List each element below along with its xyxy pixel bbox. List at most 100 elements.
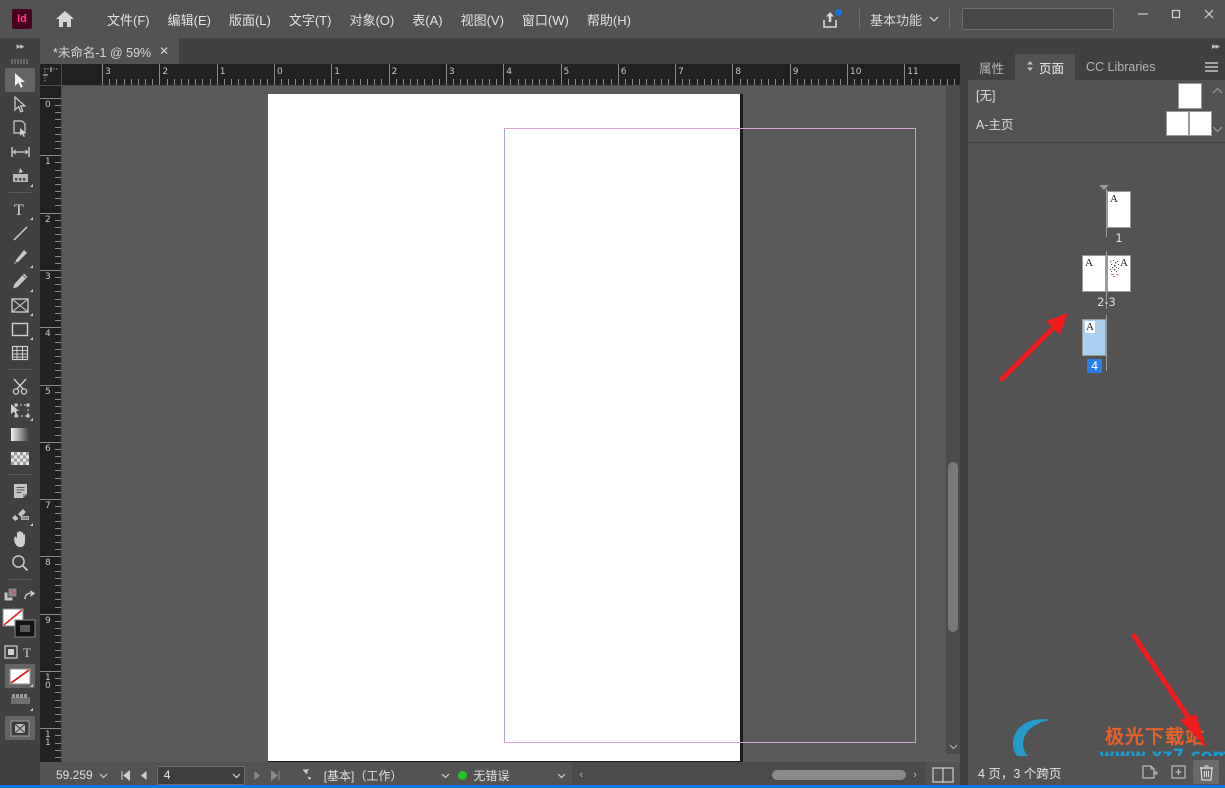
menu-table[interactable]: 表(A) bbox=[403, 5, 451, 34]
direct-selection-tool[interactable] bbox=[5, 92, 35, 116]
document-canvas[interactable] bbox=[62, 86, 960, 768]
page-thumbnail-4[interactable]: A bbox=[1082, 319, 1106, 356]
workspace-selector[interactable]: 基本功能 bbox=[870, 10, 922, 29]
scissors-tool[interactable] bbox=[5, 374, 35, 398]
spread-label-2-3[interactable]: 2-3 bbox=[1082, 295, 1131, 309]
pen-tool[interactable] bbox=[5, 245, 35, 269]
delete-page-icon[interactable] bbox=[1193, 760, 1219, 784]
page-thumbnail-1[interactable]: A bbox=[1107, 191, 1131, 228]
eyedropper-tool[interactable] bbox=[5, 503, 35, 527]
master-thumbnail-left[interactable] bbox=[1166, 111, 1189, 136]
menu-file[interactable]: 文件(F) bbox=[98, 5, 159, 34]
free-transform-tool[interactable] bbox=[5, 398, 35, 422]
menu-edit[interactable]: 编辑(E) bbox=[159, 5, 220, 34]
menu-window[interactable]: 窗口(W) bbox=[513, 5, 578, 34]
document-page[interactable] bbox=[268, 94, 916, 761]
table-tool[interactable] bbox=[5, 341, 35, 365]
next-page-button[interactable] bbox=[250, 766, 266, 784]
spread-label-4[interactable]: 4 bbox=[1087, 359, 1103, 373]
close-button[interactable] bbox=[1192, 0, 1225, 28]
scrollbar-thumb[interactable] bbox=[948, 462, 958, 632]
chevron-down-icon[interactable] bbox=[1212, 125, 1223, 135]
tab-pages-label: 页面 bbox=[1039, 61, 1065, 76]
panel-menu-icon[interactable] bbox=[1197, 54, 1225, 80]
formatting-target-icons[interactable]: T bbox=[3, 640, 37, 664]
preflight-profile-selector[interactable]: [基本]（工作） bbox=[324, 767, 451, 784]
master-thumbnail-right[interactable] bbox=[1189, 111, 1212, 136]
menu-layout[interactable]: 版面(L) bbox=[220, 5, 280, 34]
view-mode-icon[interactable] bbox=[5, 716, 35, 740]
minimize-button[interactable] bbox=[1126, 0, 1159, 28]
tab-cc-libraries[interactable]: CC Libraries bbox=[1075, 54, 1166, 80]
rectangle-tool[interactable] bbox=[5, 317, 35, 341]
line-tool[interactable] bbox=[5, 221, 35, 245]
frame-tool[interactable] bbox=[5, 293, 35, 317]
spread-label-1[interactable]: 1 bbox=[1095, 231, 1143, 245]
page-thumbnail-3[interactable]: A bbox=[1107, 255, 1131, 292]
first-page-button[interactable] bbox=[118, 766, 134, 784]
chevron-down-icon[interactable] bbox=[946, 740, 960, 754]
tab-properties[interactable]: 属性 bbox=[968, 54, 1015, 80]
master-thumbnail[interactable] bbox=[1178, 83, 1202, 109]
vertical-ruler[interactable]: 0 1 2 3 4 5 6 7 8 9 10 11 bbox=[40, 86, 62, 768]
pencil-tool[interactable] bbox=[5, 269, 35, 293]
chevron-down-icon[interactable] bbox=[441, 768, 450, 782]
master-item-none[interactable]: [无] bbox=[968, 80, 1225, 109]
master-item-a[interactable]: A-主页 bbox=[968, 109, 1225, 138]
new-page-icon[interactable] bbox=[1165, 760, 1191, 784]
screen-mode-icon[interactable] bbox=[5, 688, 35, 712]
previous-page-button[interactable] bbox=[136, 766, 152, 784]
ruler-major-tick bbox=[40, 98, 61, 99]
close-icon[interactable]: ✕ bbox=[159, 44, 169, 58]
share-icon[interactable] bbox=[817, 7, 845, 31]
type-tool[interactable]: T bbox=[5, 197, 35, 221]
preflight-status[interactable]: 无错误 bbox=[458, 767, 566, 784]
note-tool[interactable] bbox=[5, 479, 35, 503]
page-thumbnail-2[interactable]: A bbox=[1082, 255, 1106, 292]
page-number-field[interactable]: 4 bbox=[156, 765, 245, 785]
apply-none-icon[interactable] bbox=[5, 664, 35, 688]
search-input[interactable] bbox=[962, 8, 1114, 30]
ruler-major-tick bbox=[274, 64, 275, 85]
edit-page-size-icon[interactable] bbox=[1137, 760, 1163, 784]
gradient-swatch-tool[interactable] bbox=[5, 422, 35, 446]
ruler-major-tick bbox=[40, 384, 61, 386]
menu-view[interactable]: 视图(V) bbox=[452, 5, 513, 34]
hand-tool[interactable] bbox=[5, 527, 35, 551]
zoom-level-control[interactable]: 59.259 bbox=[56, 768, 108, 782]
scroll-left-icon[interactable]: ‹ bbox=[572, 769, 590, 781]
gap-tool[interactable] bbox=[5, 140, 35, 164]
scrollbar-thumb[interactable] bbox=[772, 770, 907, 780]
menu-type[interactable]: 文字(T) bbox=[280, 5, 341, 34]
zoom-tool[interactable] bbox=[5, 551, 35, 575]
canvas-vertical-scrollbar[interactable] bbox=[946, 86, 960, 754]
tools-drag-handle[interactable] bbox=[0, 54, 40, 68]
fill-stroke-swatches[interactable] bbox=[2, 608, 38, 640]
horizontal-ruler[interactable]: 3 2 1 0 1 2 3 4 5 6 7 8 9 10 11 bbox=[62, 64, 960, 86]
content-collector-tool[interactable] bbox=[5, 164, 35, 188]
chevron-down-icon[interactable] bbox=[929, 10, 939, 28]
collapse-panels-icon[interactable]: ▸▸ bbox=[960, 38, 1225, 54]
scroll-right-icon[interactable]: › bbox=[906, 769, 924, 781]
tab-pages[interactable]: 页面 bbox=[1015, 54, 1076, 80]
expand-tools-icon[interactable]: ▸▸ bbox=[0, 38, 40, 54]
document-tab[interactable]: *未命名-1 @ 59% ✕ bbox=[40, 38, 180, 64]
last-page-button[interactable] bbox=[268, 766, 284, 784]
maximize-button[interactable] bbox=[1159, 0, 1192, 28]
gradient-feather-tool[interactable] bbox=[5, 446, 35, 470]
page-tool[interactable] bbox=[5, 116, 35, 140]
selection-tool[interactable] bbox=[5, 68, 35, 92]
pages-section[interactable]: A 1 A A 2-3 A 4 bbox=[968, 143, 1225, 788]
ruler-label: 3 bbox=[105, 67, 111, 77]
menu-help[interactable]: 帮助(H) bbox=[578, 5, 640, 34]
formatting-affects-container-icon[interactable] bbox=[3, 584, 37, 608]
ruler-origin[interactable] bbox=[40, 64, 62, 86]
revert-button[interactable] bbox=[296, 766, 312, 784]
home-icon[interactable] bbox=[54, 8, 76, 30]
chevron-down-icon[interactable] bbox=[99, 768, 108, 782]
chevron-up-icon[interactable] bbox=[1212, 86, 1223, 96]
ruler-minor-tick bbox=[55, 420, 61, 422]
chevron-down-icon[interactable] bbox=[232, 768, 241, 782]
chevron-down-icon[interactable] bbox=[557, 768, 566, 782]
menu-object[interactable]: 对象(O) bbox=[340, 5, 403, 34]
